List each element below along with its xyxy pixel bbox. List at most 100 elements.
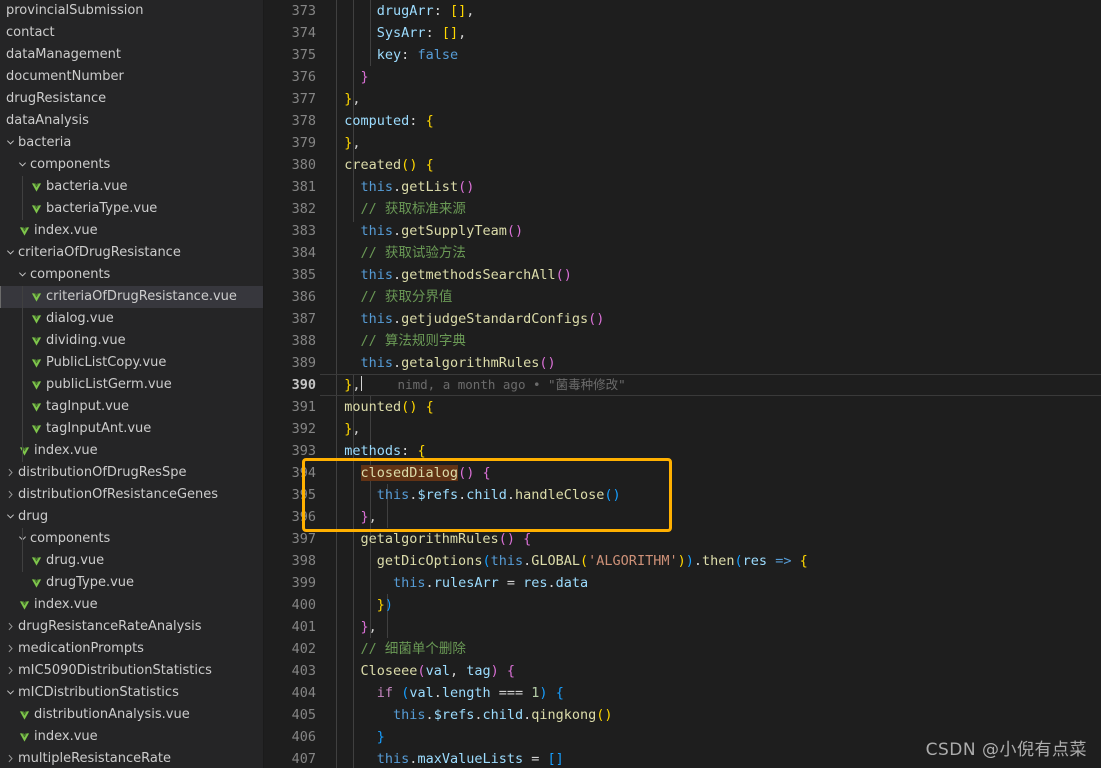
code-line-390[interactable]: 390 }, nimd, a month ago • "菌毒种修改" (264, 374, 1101, 396)
file-tree-item-index-vue[interactable]: index.vue (0, 726, 263, 748)
chevron-right-icon[interactable] (3, 660, 17, 682)
tree-item-label: bacteria (18, 135, 72, 150)
chevron-down-icon[interactable] (3, 132, 17, 154)
code-line-383[interactable]: 383 this.getSupplyTeam() (264, 220, 1101, 242)
file-tree-item-index-vue[interactable]: index.vue (0, 440, 263, 462)
code-line-373[interactable]: 373 drugArr: [], (264, 0, 1101, 22)
folder-tree-item-drugresistancerateanalysis[interactable]: drugResistanceRateAnalysis (0, 616, 263, 638)
code-line-377[interactable]: 377 }, (264, 88, 1101, 110)
tree-item-label: bacteriaType.vue (46, 201, 158, 216)
file-tree-item-drug-vue[interactable]: drug.vue (0, 550, 263, 572)
code-token: this (360, 179, 394, 195)
code-line-374[interactable]: 374 SysArr: [], (264, 22, 1101, 44)
file-tree-item-publiclistgerm-vue[interactable]: publicListGerm.vue (0, 374, 263, 396)
git-blame-annotation[interactable]: nimd, a month ago • "菌毒种修改" (398, 377, 626, 392)
chevron-right-icon[interactable] (3, 484, 17, 506)
chevron-down-icon[interactable] (3, 242, 17, 264)
folder-tree-item-distributionofresistancegenes[interactable]: distributionOfResistanceGenes (0, 484, 263, 506)
code-line-376[interactable]: 376 } (264, 66, 1101, 88)
code-line-402[interactable]: 402 // 细菌单个删除 (264, 638, 1101, 660)
code-line-404[interactable]: 404 if (val.length === 1) { (264, 682, 1101, 704)
code-line-395[interactable]: 395 this.$refs.child.handleClose() (264, 484, 1101, 506)
folder-tree-item-bacteria[interactable]: bacteria (0, 132, 263, 154)
code-line-405[interactable]: 405 this.$refs.child.qingkong() (264, 704, 1101, 726)
code-token: ) (677, 553, 686, 569)
code-line-381[interactable]: 381 this.getList() (264, 176, 1101, 198)
code-line-389[interactable]: 389 this.getalgorithmRules() (264, 352, 1101, 374)
file-tree-list[interactable]: provincialSubmission contact dataManagemen… (0, 0, 263, 768)
file-tree-item-distributionanalysis-vue[interactable]: distributionAnalysis.vue (0, 704, 263, 726)
code-line-382[interactable]: 382 // 获取标准来源 (264, 198, 1101, 220)
folder-tree-item-components[interactable]: components (0, 154, 263, 176)
folder-tree-item-provincialsubmission[interactable]: provincialSubmission (0, 0, 263, 22)
code-line-393[interactable]: 393 methods: { (264, 440, 1101, 462)
chevron-right-icon[interactable] (3, 462, 17, 484)
code-line-394[interactable]: 394 closedDialog() { (264, 462, 1101, 484)
code-line-396[interactable]: 396 }, (264, 506, 1101, 528)
folder-tree-item-components[interactable]: components (0, 528, 263, 550)
file-tree-item-index-vue[interactable]: index.vue (0, 220, 263, 242)
code-lines[interactable]: 373 drugArr: [], 374 SysArr: [], 375 key: … (264, 0, 1101, 768)
chevron-down-icon[interactable] (15, 154, 29, 176)
file-tree-item-dialog-vue[interactable]: dialog.vue (0, 308, 263, 330)
file-tree-item-dividing-vue[interactable]: dividing.vue (0, 330, 263, 352)
file-tree-item-taginputant-vue[interactable]: tagInputAnt.vue (0, 418, 263, 440)
code-line-388[interactable]: 388 // 算法规则字典 (264, 330, 1101, 352)
folder-tree-item-medicationprompts[interactable]: medicationPrompts (0, 638, 263, 660)
folder-tree-item-distributionofdrugresspe[interactable]: distributionOfDrugResSpe (0, 462, 263, 484)
code-token: res (523, 575, 548, 591)
code-line-379[interactable]: 379 }, (264, 132, 1101, 154)
folder-tree-item-multipleresistancerate[interactable]: multipleResistanceRate (0, 748, 263, 768)
tree-indent-guide (22, 528, 23, 572)
folder-tree-item-contact[interactable]: contact (0, 22, 263, 44)
file-tree-item-index-vue[interactable]: index.vue (0, 594, 263, 616)
code-token: . (506, 487, 515, 503)
file-tree-item-taginput-vue[interactable]: tagInput.vue (0, 396, 263, 418)
code-token: ( (555, 267, 564, 283)
file-tree-item-criteriaofdrugresistance-vue[interactable]: criteriaOfDrugResistance.vue (0, 286, 263, 308)
folder-tree-item-drugresistance[interactable]: drugResistance (0, 88, 263, 110)
chevron-right-icon[interactable] (3, 616, 17, 638)
code-line-385[interactable]: 385 this.getmethodsSearchAll() (264, 264, 1101, 286)
code-line-401[interactable]: 401 }, (264, 616, 1101, 638)
code-token: this (376, 487, 410, 503)
line-number: 406 (291, 729, 316, 745)
code-line-386[interactable]: 386 // 获取分界值 (264, 286, 1101, 308)
chevron-right-icon[interactable] (3, 748, 17, 768)
folder-tree-item-mic5090distributionstatistics[interactable]: mIC5090DistributionStatistics (0, 660, 263, 682)
chevron-down-icon[interactable] (3, 682, 17, 704)
code-editor[interactable]: 373 drugArr: [], 374 SysArr: [], 375 key: … (264, 0, 1101, 768)
file-tree-item-bacteriatype-vue[interactable]: bacteriaType.vue (0, 198, 263, 220)
tree-item-label: components (30, 267, 111, 282)
folder-tree-item-micdistributionstatistics[interactable]: mICDistributionStatistics (0, 682, 263, 704)
explorer-file-tree[interactable]: provincialSubmission contact dataManagemen… (0, 0, 264, 768)
code-line-398[interactable]: 398 getDicOptions(this.GLOBAL('ALGORITHM… (264, 550, 1101, 572)
code-line-400[interactable]: 400 }) (264, 594, 1101, 616)
code-line-397[interactable]: 397 getalgorithmRules() { (264, 528, 1101, 550)
folder-tree-item-criteriaofdrugresistance[interactable]: criteriaOfDrugResistance (0, 242, 263, 264)
file-tree-item-drugtype-vue[interactable]: drugType.vue (0, 572, 263, 594)
code-line-380[interactable]: 380 created() { (264, 154, 1101, 176)
code-line-378[interactable]: 378 computed: { (264, 110, 1101, 132)
folder-tree-item-documentnumber[interactable]: documentNumber (0, 66, 263, 88)
chevron-down-icon[interactable] (15, 264, 29, 286)
code-line-392[interactable]: 392 }, (264, 418, 1101, 440)
chevron-right-icon[interactable] (3, 638, 17, 660)
code-line-387[interactable]: 387 this.getjudgeStandardConfigs() (264, 308, 1101, 330)
code-line-384[interactable]: 384 // 获取试验方法 (264, 242, 1101, 264)
code-line-403[interactable]: 403 Closeee(val, tag) { (264, 660, 1101, 682)
folder-tree-item-dataanalysis[interactable]: dataAnalysis (0, 110, 263, 132)
tree-indent-guide (22, 176, 23, 220)
file-tree-item-bacteria-vue[interactable]: bacteria.vue (0, 176, 263, 198)
folder-tree-item-components[interactable]: components (0, 264, 263, 286)
chevron-down-icon[interactable] (3, 506, 17, 528)
code-line-399[interactable]: 399 this.rulesArr = res.data (264, 572, 1101, 594)
code-line-375[interactable]: 375 key: false (264, 44, 1101, 66)
file-tree-item-publiclistcopy-vue[interactable]: PublicListCopy.vue (0, 352, 263, 374)
folder-tree-item-datamanagement[interactable]: dataManagement (0, 44, 263, 66)
tree-item-label: drug.vue (46, 553, 105, 568)
folder-tree-item-drug[interactable]: drug (0, 506, 263, 528)
code-line-391[interactable]: 391 mounted() { (264, 396, 1101, 418)
